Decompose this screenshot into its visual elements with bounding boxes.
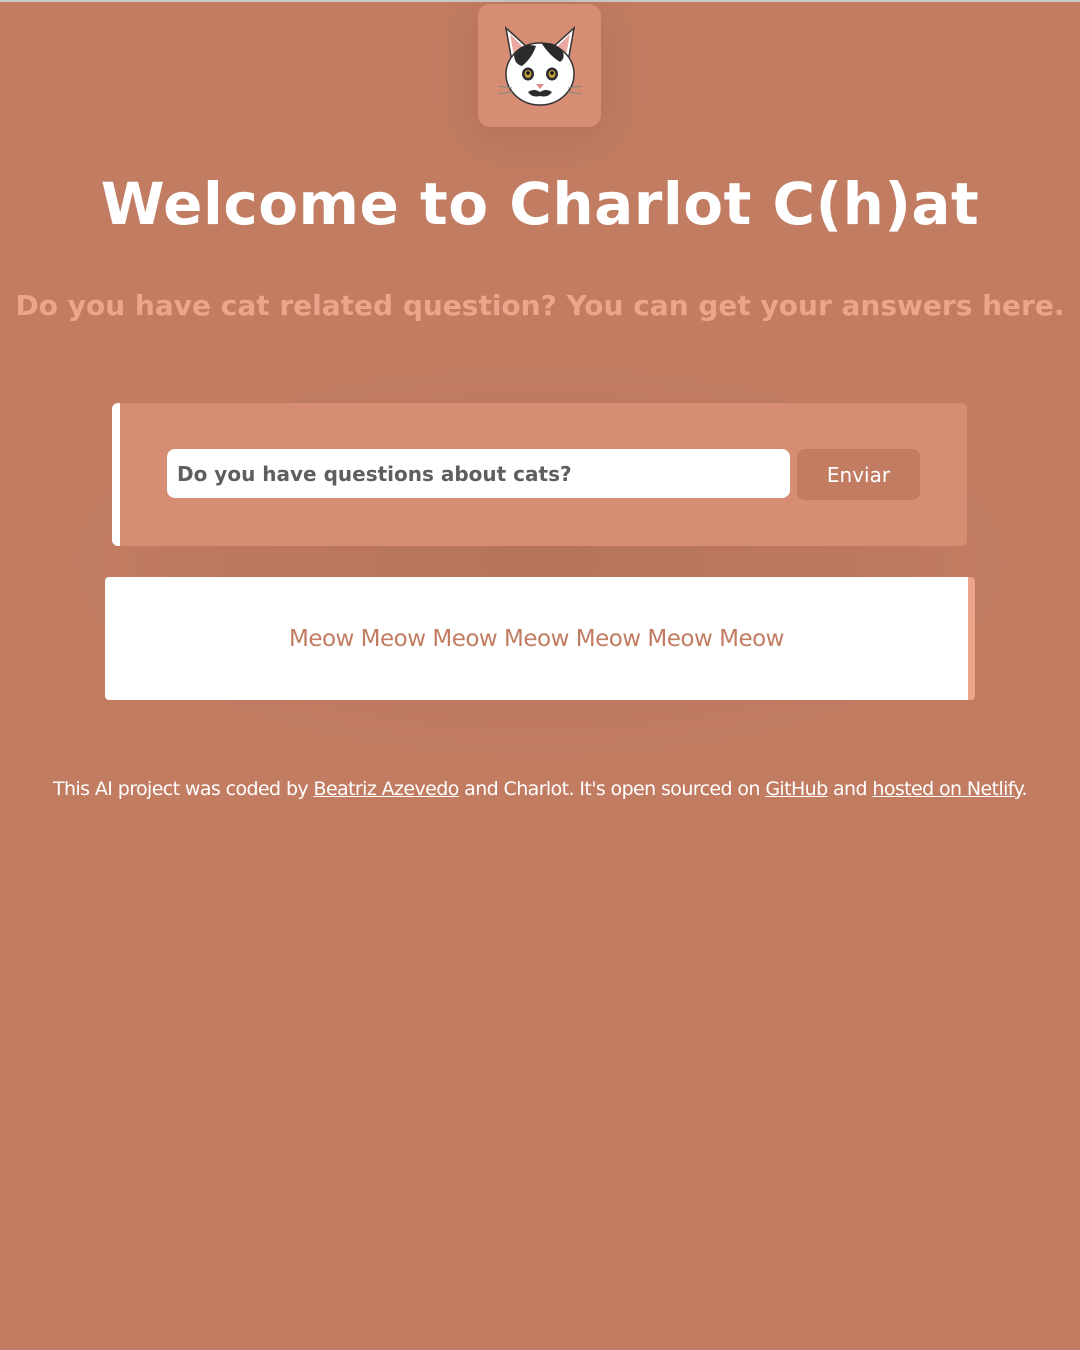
author-link[interactable]: Beatriz Azevedo — [314, 778, 460, 800]
page-subtitle: Do you have cat related question? You ca… — [15, 289, 1065, 322]
footer-text: and Charlot. It's open sourced on — [458, 778, 766, 800]
answer-card: Meow Meow Meow Meow Meow Meow Meow — [105, 577, 975, 700]
github-link[interactable]: GitHub — [765, 778, 828, 800]
page-title: Welcome to Charlot C(h)at — [100, 170, 980, 238]
footer-text: This AI project was coded by — [53, 778, 314, 800]
cat-face-icon — [497, 25, 582, 106]
question-input[interactable] — [167, 449, 790, 498]
netlify-link[interactable]: hosted on Netlify — [872, 778, 1022, 800]
footer: This AI project was coded by Beatriz Aze… — [0, 778, 1080, 800]
footer-text: and — [827, 778, 873, 800]
question-form: Enviar — [112, 403, 967, 546]
footer-text: . — [1021, 778, 1028, 800]
answer-text: Meow Meow Meow Meow Meow Meow Meow — [288, 625, 785, 652]
send-button[interactable]: Enviar — [797, 449, 920, 500]
logo — [478, 4, 601, 127]
